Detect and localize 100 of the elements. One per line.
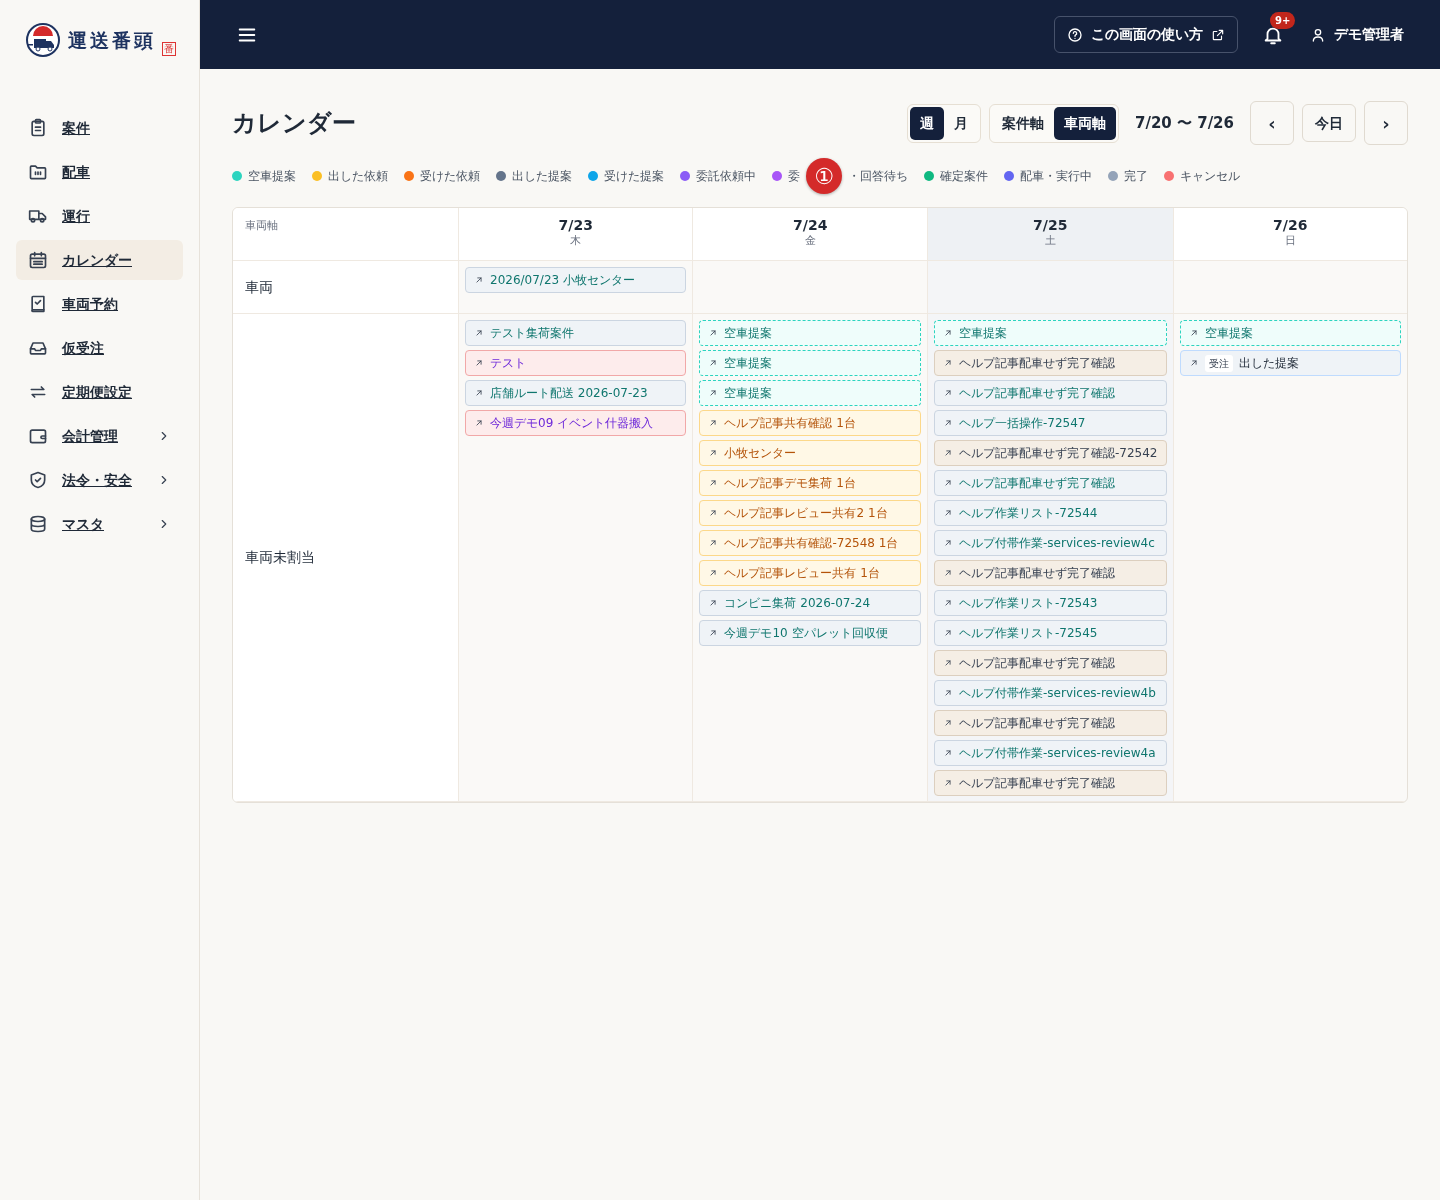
- event-chip[interactable]: ヘルプ記事レビュー共有 1台: [699, 560, 921, 586]
- legend-label: 配車・実行中: [1020, 168, 1092, 185]
- event-label: テスト集荷案件: [490, 325, 574, 342]
- event-chip[interactable]: ヘルプ記事配車せず完了確認: [934, 470, 1167, 496]
- event-chip[interactable]: ヘルプ記事配車せず完了確認: [934, 560, 1167, 586]
- event-chip[interactable]: 空車提案: [934, 320, 1167, 346]
- event-chip[interactable]: 空車提案: [699, 380, 921, 406]
- event-label: ヘルプ記事配車せず完了確認: [959, 475, 1115, 492]
- event-label: 今週デモ10 空パレット回収便: [724, 625, 888, 642]
- sidebar-item[interactable]: マスタ: [16, 504, 183, 544]
- event-label: ヘルプ記事配車せず完了確認: [959, 385, 1115, 402]
- event-chip[interactable]: ヘルプ一括操作-72547: [934, 410, 1167, 436]
- event-label: ヘルプ記事配車せず完了確認: [959, 715, 1115, 732]
- event-chip[interactable]: 今週デモ10 空パレット回収便: [699, 620, 921, 646]
- legend-label: 出した提案: [512, 168, 572, 185]
- event-chip[interactable]: ヘルプ付帯作業-services-review4b: [934, 680, 1167, 706]
- sidebar-item[interactable]: カレンダー: [16, 240, 183, 280]
- sidebar-item[interactable]: 案件: [16, 108, 183, 148]
- event-chip[interactable]: 2026/07/23 小牧センター: [465, 267, 687, 293]
- event-label: ヘルプ付帯作業-services-review4a: [959, 745, 1156, 762]
- day-date: 7/24: [793, 218, 828, 234]
- event-chip[interactable]: ヘルプ作業リスト-72545: [934, 620, 1167, 646]
- legend-label: 完了: [1124, 168, 1148, 185]
- previous-button[interactable]: ‹: [1250, 101, 1294, 145]
- sidebar-item[interactable]: 仮受注: [16, 328, 183, 368]
- arrow-icon: [708, 328, 719, 338]
- event-chip[interactable]: ヘルプ記事レビュー共有2 1台: [699, 500, 921, 526]
- sidebar-item[interactable]: 車両予約: [16, 284, 183, 324]
- event-label: ヘルプ記事配車せず完了確認: [959, 655, 1115, 672]
- event-chip[interactable]: 今週デモ09 イベント什器搬入: [465, 410, 687, 436]
- sidebar-item[interactable]: 会計管理: [16, 416, 183, 456]
- event-label: ヘルプ記事共有確認 1台: [724, 415, 856, 432]
- event-chip[interactable]: テスト集荷案件: [465, 320, 687, 346]
- event-label: ヘルプ付帯作業-services-review4b: [959, 685, 1156, 702]
- notification-badge: 9+: [1270, 12, 1296, 30]
- toggle-button[interactable]: 案件軸: [991, 106, 1054, 140]
- arrow-icon: [1188, 328, 1199, 338]
- sidebar-item[interactable]: 定期便設定: [16, 372, 183, 412]
- event-chip[interactable]: 店舗ルート配送 2026-07-23: [465, 380, 687, 406]
- event-chip[interactable]: 空車提案: [1179, 320, 1401, 346]
- event-label: 空車提案: [1204, 325, 1253, 342]
- sidebar-item[interactable]: 運行: [16, 196, 183, 236]
- arrow-icon: [943, 628, 953, 638]
- arrow-icon: [708, 598, 719, 608]
- arrow-icon: [708, 478, 719, 488]
- event-chip[interactable]: コンビニ集荷 2026-07-24: [699, 590, 921, 616]
- event-label: コンビニ集荷 2026-07-24: [724, 595, 871, 612]
- event-chip[interactable]: ヘルプ記事配車せず完了確認: [934, 710, 1167, 736]
- event-chip[interactable]: 空車提案: [699, 320, 921, 346]
- event-chip[interactable]: ヘルプ付帯作業-services-review4a: [934, 740, 1167, 766]
- event-chip[interactable]: ヘルプ記事デモ集荷 1台: [699, 470, 921, 496]
- brand-name: 運送番頭: [68, 27, 156, 53]
- event-chip[interactable]: 空車提案: [699, 350, 921, 376]
- event-label: ヘルプ記事配車せず完了確認: [959, 355, 1115, 372]
- event-label: ヘルプ記事レビュー共有 1台: [724, 565, 880, 582]
- arrow-icon: [943, 778, 953, 788]
- event-chip[interactable]: テスト: [465, 350, 687, 376]
- next-button[interactable]: ›: [1364, 101, 1408, 145]
- sidebar-item[interactable]: 配車: [16, 152, 183, 192]
- event-chip[interactable]: ヘルプ作業リスト-72543: [934, 590, 1167, 616]
- toggle-button[interactable]: 週: [909, 106, 944, 140]
- toggle-button[interactable]: 車両軸: [1053, 106, 1116, 140]
- event-chip[interactable]: ヘルプ記事配車せず完了確認: [934, 770, 1167, 796]
- toggle-button[interactable]: 月: [943, 106, 978, 140]
- event-label: 空車提案: [724, 385, 773, 402]
- event-label: ヘルプ作業リスト-72545: [959, 625, 1098, 642]
- arrow-icon: [474, 275, 484, 285]
- event-chip[interactable]: ヘルプ記事共有確認 1台: [699, 410, 921, 436]
- wallet-icon: [28, 426, 48, 446]
- event-chip[interactable]: ヘルプ作業リスト-72544: [934, 500, 1167, 526]
- event-chip[interactable]: ヘルプ記事共有確認-72548 1台: [699, 530, 921, 556]
- event-chip[interactable]: 受注 出した提案: [1179, 350, 1401, 376]
- event-label: ヘルプ記事レビュー共有2 1台: [724, 505, 888, 522]
- event-chip[interactable]: ヘルプ記事配車せず完了確認: [934, 350, 1167, 376]
- today-button[interactable]: 今日: [1302, 104, 1356, 142]
- row-label: 車両: [233, 261, 458, 314]
- user-menu[interactable]: デモ管理者: [1310, 24, 1404, 45]
- help-button[interactable]: この画面の使い方: [1054, 16, 1238, 53]
- event-chip[interactable]: ヘルプ記事配車せず完了確認: [934, 650, 1167, 676]
- legend-label: 出した依頼: [328, 168, 388, 185]
- day-weekday: 日: [1284, 233, 1296, 250]
- event-chip[interactable]: 小牧センター: [699, 440, 921, 466]
- event-label: 今週デモ09 イベント什器搬入: [490, 415, 654, 432]
- event-chip[interactable]: ヘルプ記事配車せず完了確認: [934, 380, 1167, 406]
- day-date: 7/26: [1273, 218, 1308, 234]
- arrow-icon: [943, 478, 953, 488]
- sidebar-item[interactable]: 法令・安全: [16, 460, 183, 500]
- arrow-icon: [708, 508, 719, 518]
- arrow-icon: [943, 718, 953, 728]
- legend-label: 受けた依頼: [420, 168, 480, 185]
- arrow-icon: [474, 328, 484, 338]
- row-label: 車両未割当: [233, 314, 458, 802]
- event-chip[interactable]: ヘルプ付帯作業-services-review4c: [934, 530, 1167, 556]
- arrow-icon: [943, 388, 953, 398]
- folder-icon: [28, 162, 48, 182]
- event-chip[interactable]: ヘルプ記事配車せず完了確認-72542: [934, 440, 1167, 466]
- legend-label: 受けた提案: [604, 168, 664, 185]
- legend-label: 確定案件: [940, 168, 988, 185]
- legend-label: 委託依頼中: [696, 168, 756, 185]
- event-label: 出した提案: [1238, 355, 1299, 372]
